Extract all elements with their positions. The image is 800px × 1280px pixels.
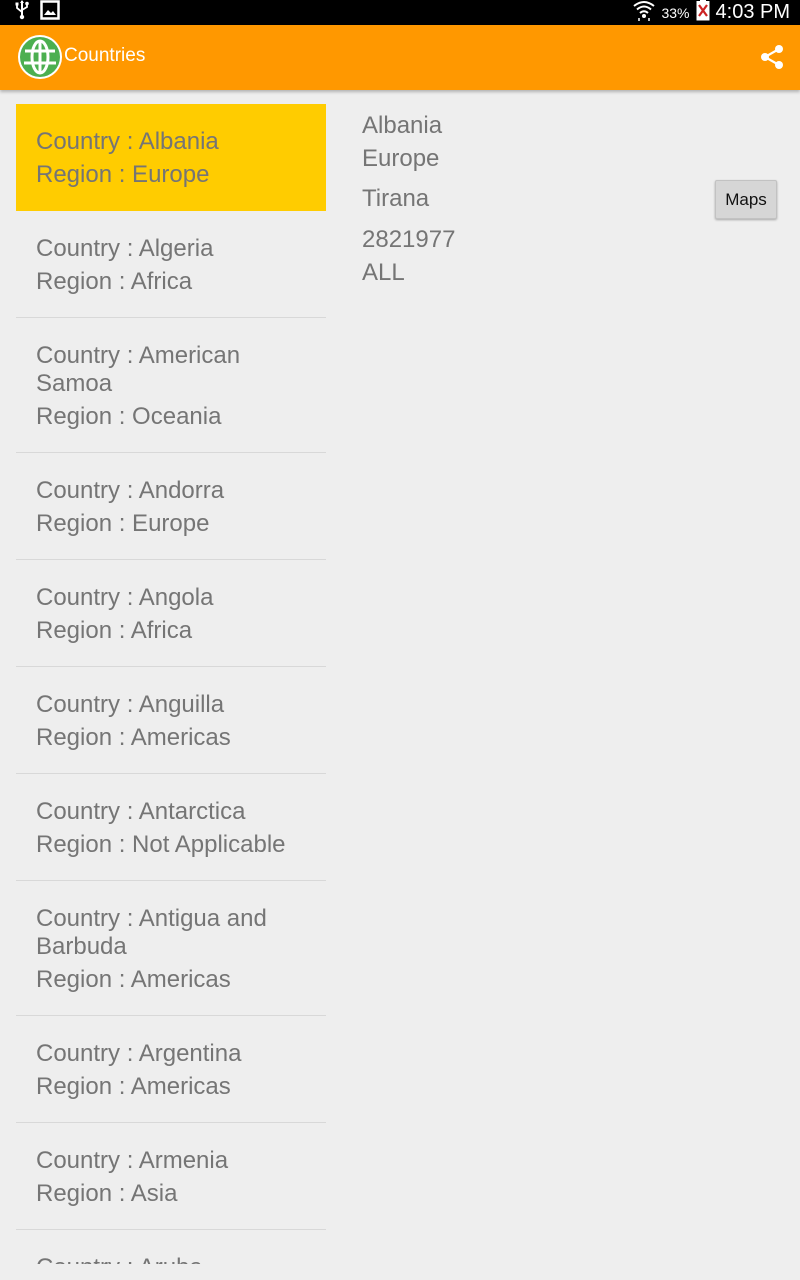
country-label: Country : Armenia bbox=[36, 1147, 229, 1174]
detail-region: Europe bbox=[362, 145, 440, 172]
region-label: Region : Americas bbox=[36, 1073, 231, 1100]
country-label: Country : Antigua and Barbuda bbox=[36, 905, 267, 960]
clock: 4:03 PM bbox=[715, 1, 790, 23]
battery-icon bbox=[696, 0, 710, 26]
detail-population: 2821977 bbox=[362, 226, 456, 253]
region-label: Region : Asia bbox=[36, 1180, 178, 1207]
country-label: Country : Argentina bbox=[36, 1040, 242, 1067]
list-item[interactable]: Country : Armenia Region : Asia bbox=[16, 1123, 326, 1230]
list-item[interactable]: Country : American Samoa Region : Oceani… bbox=[16, 318, 326, 453]
region-label: Region : Oceania bbox=[36, 403, 222, 430]
country-label: Country : Albania bbox=[36, 128, 219, 155]
list-item[interactable]: Country : Angola Region : Africa bbox=[16, 560, 326, 667]
country-list[interactable]: Country : Albania Region : Europe Countr… bbox=[16, 104, 326, 1264]
detail-currency: ALL bbox=[362, 259, 405, 286]
image-notification-icon bbox=[40, 0, 60, 25]
list-item[interactable]: Country : Anguilla Region : Americas bbox=[16, 667, 326, 774]
list-item[interactable]: Country : Argentina Region : Americas bbox=[16, 1016, 326, 1123]
country-label: Country : American Samoa bbox=[36, 342, 241, 397]
detail-name: Albania bbox=[362, 112, 443, 139]
status-bar: 33% 4:03 PM bbox=[0, 0, 800, 25]
region-label: Region : Europe bbox=[36, 161, 210, 188]
country-label: Country : Antarctica bbox=[36, 798, 246, 825]
list-item[interactable]: Country : Andorra Region : Europe bbox=[16, 453, 326, 560]
country-label: Country : Aruba bbox=[36, 1254, 306, 1264]
country-label: Country : Algeria bbox=[36, 235, 214, 262]
region-label: Region : Americas bbox=[36, 724, 231, 751]
region-label: Region : Not Applicable bbox=[36, 831, 286, 858]
share-icon bbox=[761, 45, 783, 69]
country-label: Country : Angola bbox=[36, 584, 214, 611]
list-item[interactable]: Country : Antigua and Barbuda Region : A… bbox=[16, 881, 326, 1016]
share-button[interactable] bbox=[752, 37, 792, 77]
list-item[interactable]: Country : Antarctica Region : Not Applic… bbox=[16, 774, 326, 881]
region-label: Region : Africa bbox=[36, 617, 193, 644]
action-bar: Countries bbox=[0, 25, 800, 90]
app-title: Countries bbox=[64, 45, 146, 66]
region-label: Region : Europe bbox=[36, 510, 210, 537]
wifi-icon bbox=[633, 0, 656, 26]
globe-icon[interactable] bbox=[17, 34, 63, 80]
country-label: Country : Anguilla bbox=[36, 691, 225, 718]
battery-percent: 33% bbox=[661, 4, 690, 21]
maps-button[interactable]: Maps bbox=[715, 180, 777, 219]
region-label: Region : Africa bbox=[36, 268, 193, 295]
country-label: Country : Andorra bbox=[36, 477, 225, 504]
list-item[interactable]: Country : Albania Region : Europe bbox=[16, 104, 326, 211]
detail-capital: Tirana bbox=[362, 185, 430, 212]
list-item[interactable]: Country : Aruba bbox=[16, 1230, 326, 1264]
region-label: Region : Americas bbox=[36, 966, 231, 993]
list-item[interactable]: Country : Algeria Region : Africa bbox=[16, 211, 326, 318]
usb-icon bbox=[14, 0, 30, 25]
